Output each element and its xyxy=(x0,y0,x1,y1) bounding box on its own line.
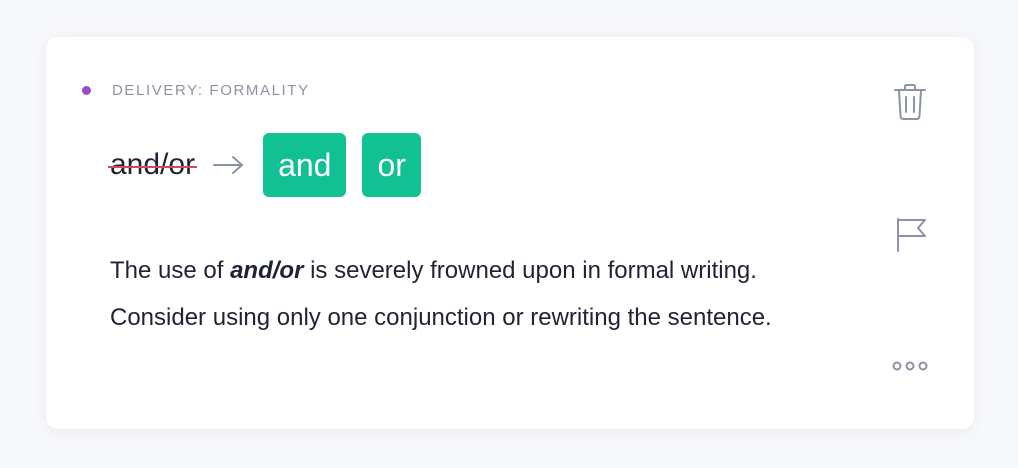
more-horizontal-icon[interactable] xyxy=(892,359,928,373)
category-dot xyxy=(82,86,91,95)
arrow-right-icon xyxy=(213,156,244,174)
explanation-emphasis: and/or xyxy=(230,257,304,284)
category-label: DELIVERY: FORMALITY xyxy=(112,82,310,99)
replacement-row: and/or and or xyxy=(107,133,437,197)
flag-icon[interactable] xyxy=(895,217,929,253)
explanation-text: The use of and/or is severely frowned up… xyxy=(110,247,850,341)
category-header: DELIVERY: FORMALITY xyxy=(82,82,310,99)
trash-icon[interactable] xyxy=(893,83,927,121)
explanation-prefix: The use of xyxy=(110,257,231,284)
suggestion-button-or[interactable]: or xyxy=(362,133,421,197)
suggestion-card: DELIVERY: FORMALITY and/or and or The us… xyxy=(46,37,974,429)
original-text: and/or xyxy=(107,148,198,181)
suggestion-button-and[interactable]: and xyxy=(263,133,347,197)
